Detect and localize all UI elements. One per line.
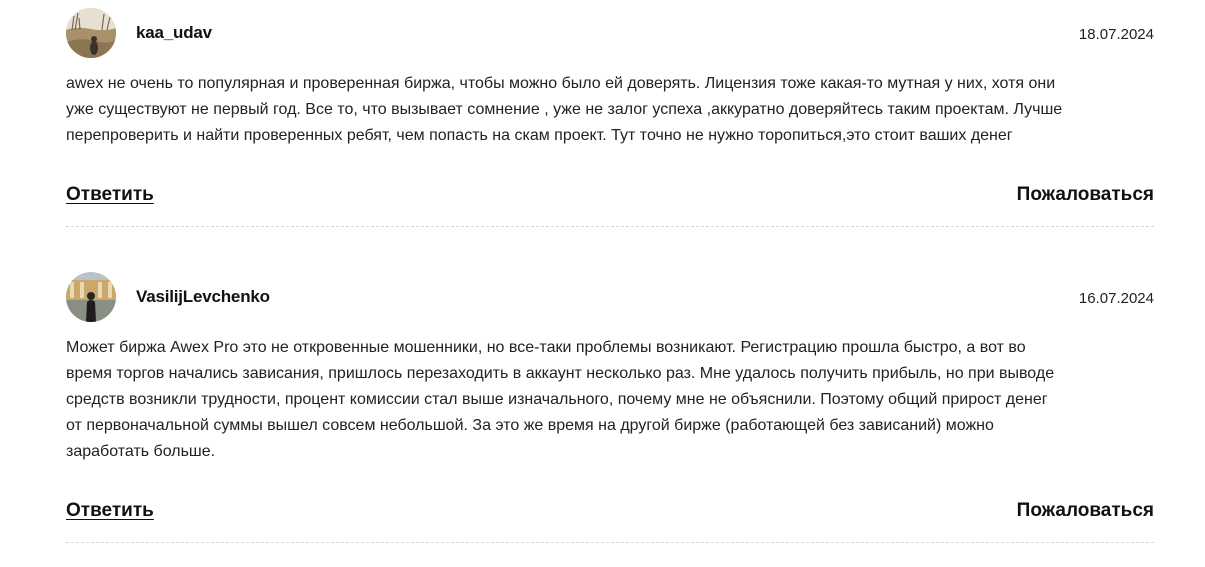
- comment-date: 18.07.2024: [1078, 26, 1154, 43]
- comment-text: Может биржа Awex Pro это не откровенные …: [66, 339, 1055, 460]
- comment-header: kaa_udav 18.07.2024: [66, 8, 1154, 60]
- comment-author: VasilijLevchenko: [136, 287, 270, 306]
- avatar[interactable]: [66, 8, 116, 58]
- reply-link[interactable]: Ответить: [66, 500, 154, 522]
- comment-author: kaa_udav: [136, 23, 212, 42]
- comment-date: 16.07.2024: [1078, 290, 1154, 307]
- complain-button[interactable]: Пожаловаться: [1017, 184, 1154, 206]
- complain-button[interactable]: Пожаловаться: [1017, 500, 1154, 522]
- comment-card: VasilijLevchenko 16.07.2024 Может биржа …: [66, 272, 1154, 543]
- comment-text: awex не очень то популярная и проверенна…: [66, 75, 1063, 144]
- avatar[interactable]: [66, 272, 116, 322]
- comment-divider: [66, 542, 1154, 543]
- reply-link[interactable]: Ответить: [66, 184, 154, 206]
- comment-divider: [66, 226, 1154, 227]
- comment-actions: Ответить Пожаловаться: [66, 500, 1154, 524]
- comment-card: kaa_udav 18.07.2024 awex не очень то поп…: [66, 8, 1154, 227]
- comment-actions: Ответить Пожаловаться: [66, 184, 1154, 208]
- comment-header: VasilijLevchenko 16.07.2024: [66, 272, 1154, 324]
